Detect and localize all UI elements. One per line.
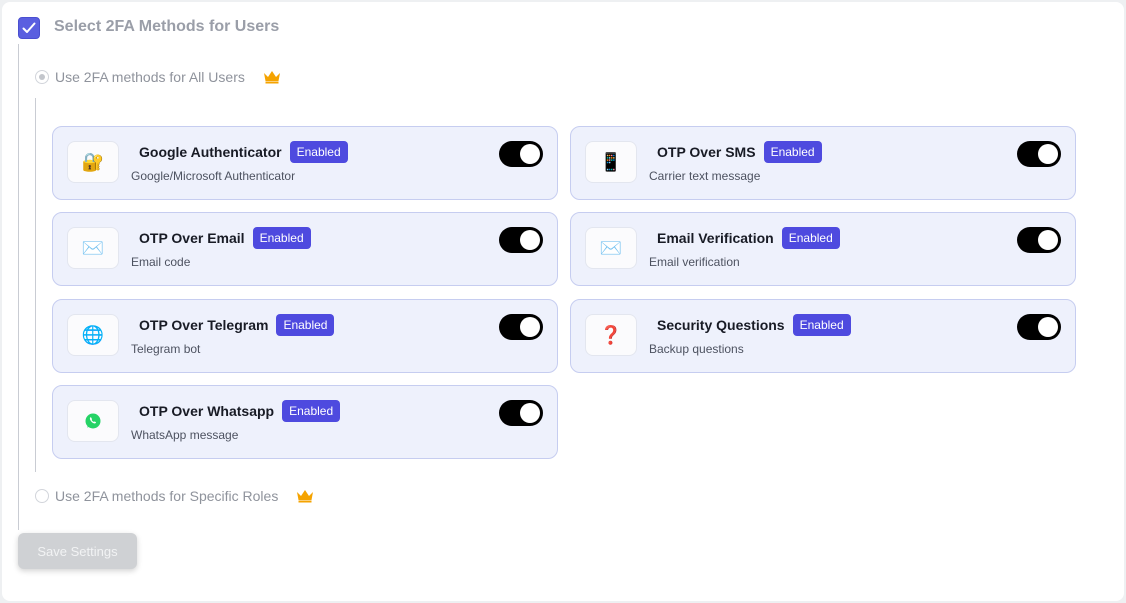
toggle-knob: [520, 230, 540, 250]
status-badge: Enabled: [289, 141, 348, 163]
option-specific-roles-label: Use 2FA methods for Specific Roles: [55, 488, 279, 504]
envelope-icon: ✉️: [67, 227, 119, 269]
method-subtitle: Backup questions: [649, 342, 744, 356]
method-card-security-questions: ❓ Security Questions Enabled Backup questio…: [570, 299, 1076, 373]
mobile-phone-icon: 📱: [585, 141, 637, 183]
toggle-google-authenticator[interactable]: [499, 141, 543, 167]
option-specific-roles[interactable]: Use 2FA methods for Specific Roles: [35, 488, 314, 504]
option-all-users[interactable]: Use 2FA methods for All Users: [35, 69, 281, 85]
method-title: Security Questions: [657, 317, 785, 333]
status-badge: Enabled: [252, 227, 311, 249]
method-title-row: Security Questions Enabled: [657, 314, 851, 336]
method-card-email-verification: ✉️ Email Verification Enabled Email verific…: [570, 212, 1076, 286]
method-card-google-authenticator: 🔐 Google Authenticator Enabled Google/Micro…: [52, 126, 558, 200]
select-methods-checkbox[interactable]: [18, 17, 40, 39]
whatsapp-icon: [67, 400, 119, 442]
method-title: OTP Over SMS: [657, 144, 756, 160]
method-title: Email Verification: [657, 230, 774, 246]
method-subtitle: Email code: [131, 255, 191, 269]
save-settings-button[interactable]: Save Settings: [18, 533, 137, 569]
toggle-security-questions[interactable]: [1017, 314, 1061, 340]
toggle-otp-over-whatsapp[interactable]: [499, 400, 543, 426]
method-card-otp-over-telegram: 🌐 OTP Over Telegram Enabled Telegram bot: [52, 299, 558, 373]
radio-all-users[interactable]: [35, 70, 49, 84]
method-title-row: Google Authenticator Enabled: [139, 141, 348, 163]
toggle-knob: [1038, 230, 1058, 250]
method-title-row: OTP Over Email Enabled: [139, 227, 311, 249]
method-subtitle: Google/Microsoft Authenticator: [131, 169, 296, 183]
method-subtitle: Carrier text message: [649, 169, 761, 183]
toggle-otp-over-telegram[interactable]: [499, 314, 543, 340]
section-title: Select 2FA Methods for Users: [54, 18, 280, 35]
crown-icon: [296, 489, 314, 503]
method-title: OTP Over Telegram: [139, 317, 269, 333]
globe-icon: 🌐: [67, 314, 119, 356]
method-title-row: OTP Over Telegram Enabled: [139, 314, 335, 336]
lock-key-icon: 🔐: [67, 141, 119, 183]
method-card-otp-over-email: ✉️ OTP Over Email Enabled Email code: [52, 212, 558, 286]
crown-icon: [263, 70, 281, 84]
method-title: OTP Over Whatsapp: [139, 403, 275, 419]
status-badge: Enabled: [781, 227, 840, 249]
envelope-icon: ✉️: [585, 227, 637, 269]
toggle-otp-over-sms[interactable]: [1017, 141, 1061, 167]
settings-panel: Select 2FA Methods for Users Use 2FA met…: [2, 2, 1124, 601]
toggle-knob: [1038, 317, 1058, 337]
question-mark-icon: ❓: [585, 314, 637, 356]
toggle-email-verification[interactable]: [1017, 227, 1061, 253]
tree-line-inner: [35, 98, 36, 472]
method-subtitle: WhatsApp message: [131, 428, 239, 442]
method-card-otp-over-whatsapp: OTP Over Whatsapp Enabled WhatsApp message: [52, 385, 558, 459]
method-card-otp-over-sms: 📱 OTP Over SMS Enabled Carrier text message: [570, 126, 1076, 200]
toggle-knob: [520, 317, 540, 337]
toggle-otp-over-email[interactable]: [499, 227, 543, 253]
method-title: Google Authenticator: [139, 144, 282, 160]
toggle-knob: [520, 144, 540, 164]
method-subtitle: Email verification: [649, 255, 740, 269]
toggle-knob: [520, 403, 540, 423]
toggle-knob: [1038, 144, 1058, 164]
status-badge: Enabled: [763, 141, 822, 163]
status-badge: Enabled: [282, 400, 341, 422]
radio-specific-roles[interactable]: [35, 489, 49, 503]
method-title-row: OTP Over SMS Enabled: [657, 141, 822, 163]
method-title-row: OTP Over Whatsapp Enabled: [139, 400, 341, 422]
status-badge: Enabled: [792, 314, 851, 336]
method-title: OTP Over Email: [139, 230, 245, 246]
method-title-row: Email Verification Enabled: [657, 227, 840, 249]
option-all-users-label: Use 2FA methods for All Users: [55, 69, 245, 85]
method-subtitle: Telegram bot: [131, 342, 201, 356]
tree-line-outer: [18, 44, 19, 530]
checkmark-icon: [22, 22, 36, 33]
status-badge: Enabled: [276, 314, 335, 336]
